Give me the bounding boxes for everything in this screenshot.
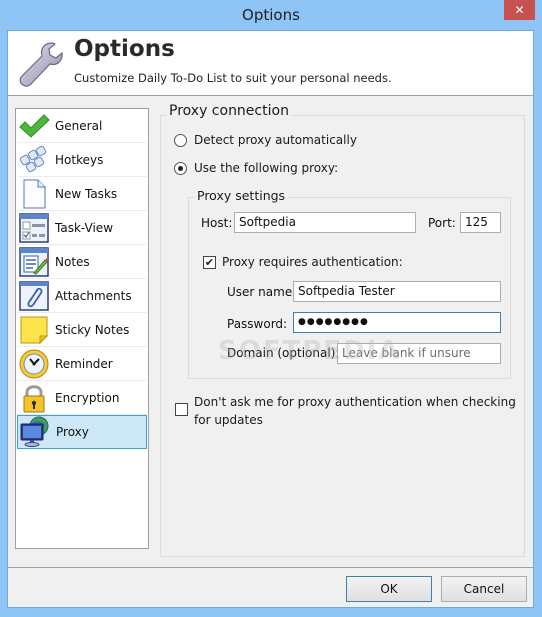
sidebar-item-new-tasks[interactable]: New Tasks — [17, 177, 147, 211]
auth-label: Proxy requires authentication: — [222, 255, 403, 269]
use-proxy-radio[interactable] — [174, 161, 187, 175]
padlock-icon — [23, 384, 45, 412]
header-title: Options — [74, 36, 175, 62]
sidebar-item-label: Sticky Notes — [55, 322, 130, 337]
dialog-client: Options Customize Daily To-Do List to su… — [7, 30, 534, 608]
sidebar-item-hotkeys[interactable]: Hotkeys — [17, 143, 147, 177]
close-icon: ✕ — [514, 3, 525, 17]
task-view-icon — [19, 212, 49, 243]
sidebar-item-label: New Tasks — [55, 186, 118, 201]
auth-checkbox-row[interactable]: ✔ Proxy requires authentication: — [203, 255, 403, 269]
use-proxy-label: Use the following proxy: — [194, 161, 339, 175]
keyboard-keys-icon — [19, 145, 47, 172]
options-sidebar: General Hotkeys New Tasks Task-View Note… — [15, 108, 149, 549]
sidebar-item-notes[interactable]: Notes — [17, 245, 147, 279]
username-label: User name: — [227, 285, 297, 299]
dont-ask-checkbox-row[interactable]: Don't ask me for proxy authentication wh… — [175, 393, 516, 429]
sidebar-item-label: General — [55, 118, 103, 133]
port-label: Port: — [428, 216, 456, 230]
domain-label: Domain (optional): — [227, 346, 340, 360]
footer-separator — [8, 567, 533, 568]
globe-monitor-icon — [20, 416, 49, 447]
sidebar-item-attachments[interactable]: Attachments — [17, 279, 147, 313]
detect-proxy-radio-row[interactable]: Detect proxy automatically — [174, 133, 357, 147]
proxy-connection-legend: Proxy connection — [166, 103, 292, 119]
sticky-note-icon — [20, 316, 49, 344]
header-subtitle: Customize Daily To-Do List to suit your … — [74, 71, 392, 85]
cancel-button[interactable]: Cancel — [441, 576, 527, 602]
sidebar-item-sticky-notes[interactable]: Sticky Notes — [17, 313, 147, 347]
close-button[interactable]: ✕ — [504, 0, 535, 20]
window-title: Options — [242, 6, 300, 24]
sidebar-item-task-view[interactable]: Task-View — [17, 211, 147, 245]
detect-proxy-label: Detect proxy automatically — [194, 133, 357, 147]
paperclip-icon — [19, 280, 49, 311]
sidebar-item-encryption[interactable]: Encryption — [17, 381, 147, 415]
dont-ask-checkbox[interactable] — [175, 403, 188, 416]
password-input[interactable]: ●●●●●●●● — [293, 312, 501, 333]
sidebar-item-reminder[interactable]: Reminder — [17, 347, 147, 381]
host-label: Host: — [201, 216, 233, 230]
header-banner: Options Customize Daily To-Do List to su… — [8, 31, 533, 96]
use-proxy-radio-row[interactable]: Use the following proxy: — [174, 161, 338, 175]
dont-ask-label-line2: for updates — [194, 413, 263, 427]
sidebar-item-label: Hotkeys — [55, 152, 104, 167]
proxy-settings-legend: Proxy settings — [194, 188, 289, 203]
blank-page-icon — [23, 179, 46, 208]
port-input[interactable]: 125 — [460, 212, 501, 233]
host-input[interactable]: Softpedia — [234, 212, 416, 233]
auth-checkbox[interactable]: ✔ — [203, 255, 216, 269]
domain-input[interactable]: Leave blank if unsure — [337, 343, 501, 364]
title-bar: Options — [0, 0, 542, 30]
dont-ask-label-line1: Don't ask me for proxy authentication wh… — [194, 395, 516, 409]
notes-pencil-icon — [19, 246, 49, 277]
detect-proxy-radio[interactable] — [174, 133, 187, 147]
sidebar-item-general[interactable]: General — [17, 109, 147, 143]
password-label: Password: — [227, 317, 288, 331]
wrench-icon — [19, 42, 63, 87]
clock-icon — [19, 349, 49, 378]
sidebar-item-label: Task-View — [55, 220, 114, 235]
sidebar-item-label: Attachments — [55, 288, 132, 303]
sidebar-item-label: Reminder — [55, 356, 113, 371]
sidebar-item-label: Notes — [55, 254, 90, 269]
username-input[interactable]: Softpedia Tester — [293, 281, 501, 302]
sidebar-item-label: Proxy — [56, 425, 89, 439]
checkmark-icon — [19, 113, 50, 138]
ok-button[interactable]: OK — [346, 576, 432, 602]
sidebar-item-label: Encryption — [55, 390, 120, 405]
sidebar-item-proxy[interactable]: Proxy — [17, 415, 147, 449]
